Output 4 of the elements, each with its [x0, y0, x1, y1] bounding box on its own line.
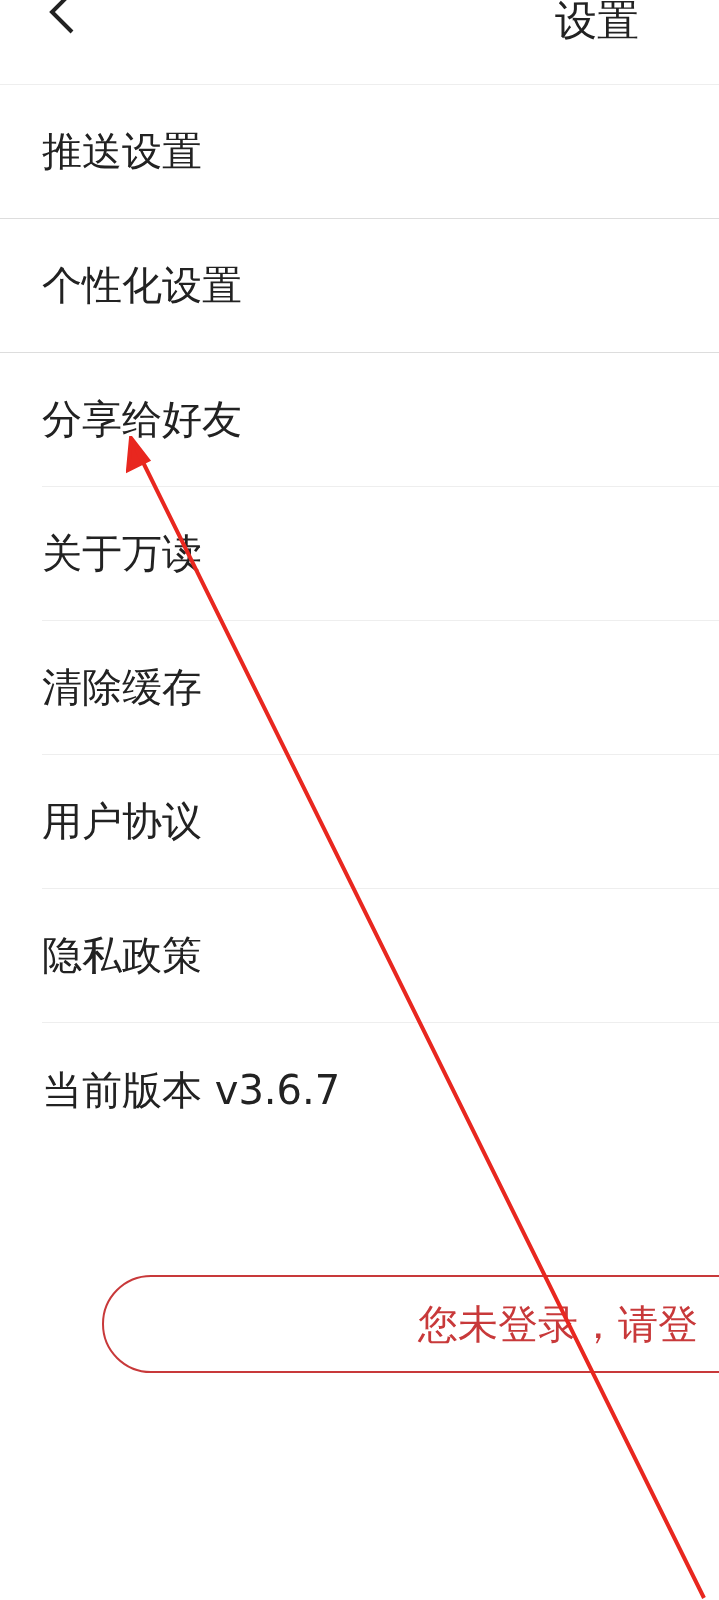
settings-item[interactable]: 个性化设置 — [0, 219, 719, 353]
settings-item[interactable]: 当前版本 v3.6.7 — [42, 1023, 719, 1157]
page-title: 设置 — [555, 0, 639, 47]
settings-item[interactable]: 推送设置 — [0, 85, 719, 219]
